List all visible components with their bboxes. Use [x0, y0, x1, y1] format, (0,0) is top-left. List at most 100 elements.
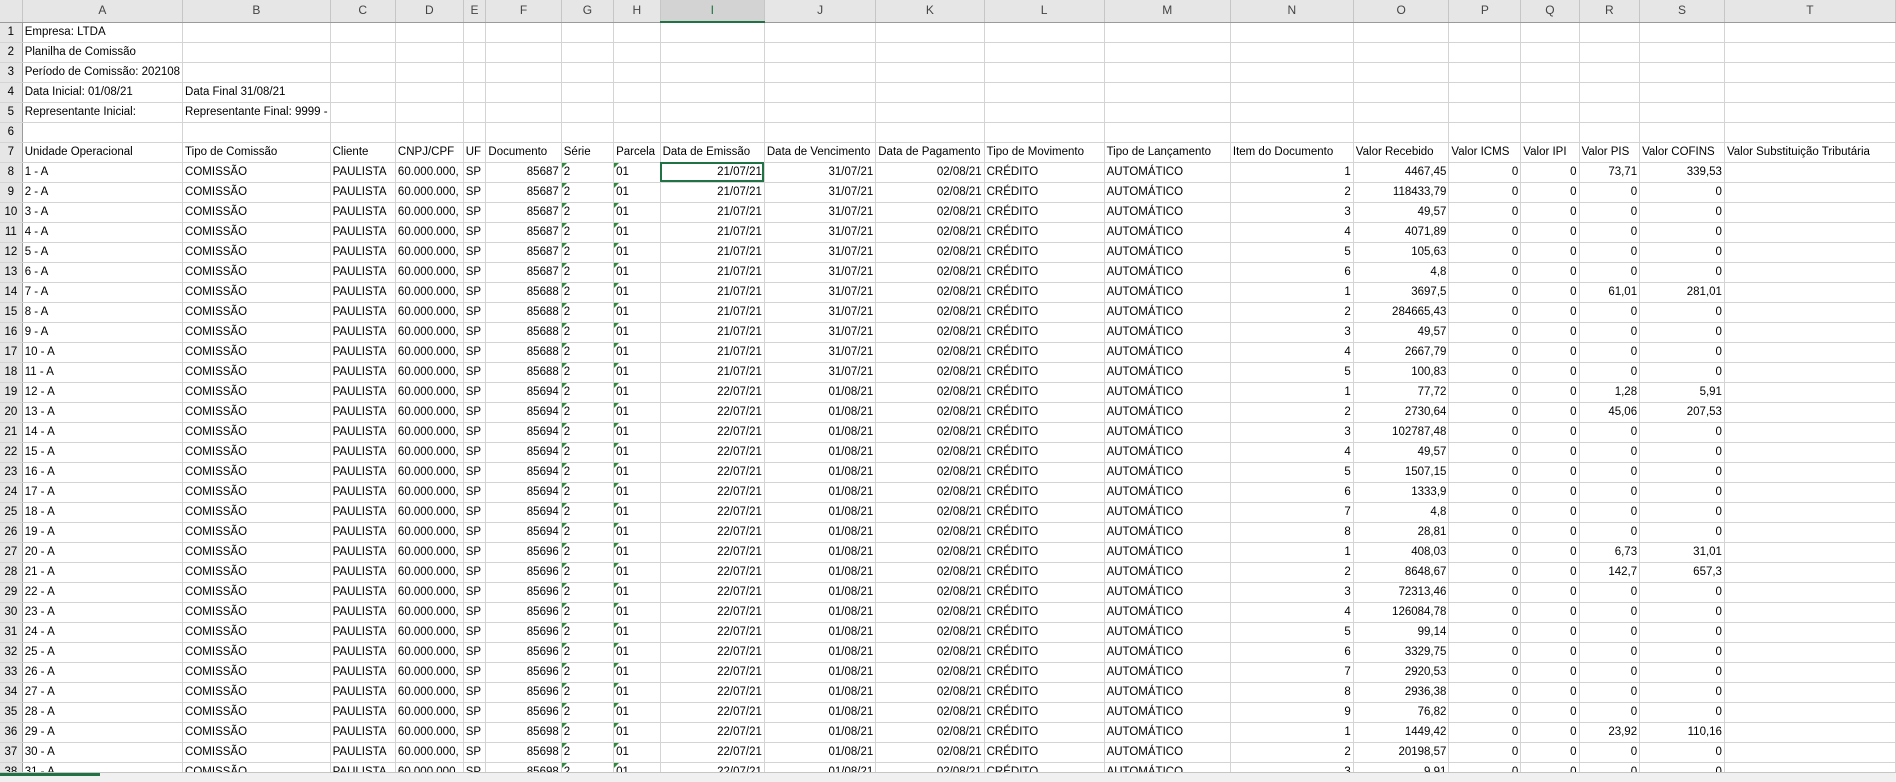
cell[interactable] — [1230, 62, 1354, 83]
cell-data-emissao[interactable]: 22/07/21 — [660, 422, 765, 443]
cell-valor-pis[interactable]: 6,73 — [1579, 542, 1641, 563]
row-number[interactable]: 36 — [0, 722, 23, 743]
spreadsheet-grid[interactable]: A B C D E F G H I J K L M N O P Q R S T — [0, 0, 1896, 772]
cell-valor-icms[interactable]: 0 — [1448, 542, 1522, 563]
cell-tipo-lancamento[interactable]: AUTOMÁTICO — [1104, 282, 1231, 303]
cell-uf[interactable]: SP — [463, 702, 487, 723]
cell[interactable] — [1520, 42, 1580, 63]
cell-serie[interactable]: 2 — [561, 362, 615, 383]
cell-tipo-comissao[interactable]: COMISSÃO — [182, 562, 331, 583]
cell-valor-pis[interactable]: 61,01 — [1579, 282, 1641, 303]
cell[interactable] — [1639, 122, 1725, 143]
column-header[interactable]: D — [395, 0, 464, 23]
cell-valor-icms[interactable]: 0 — [1448, 222, 1522, 243]
cell-serie[interactable]: 2 — [561, 302, 615, 323]
cell-tipo-comissao[interactable]: COMISSÃO — [182, 162, 331, 183]
cell-valor-recebido[interactable]: 72313,46 — [1353, 582, 1450, 603]
rep-inicial-cell[interactable]: Representante Inicial: — [22, 102, 184, 123]
cell-documento[interactable]: 85694 — [485, 382, 562, 403]
cell-parcela[interactable]: 01 — [613, 602, 661, 623]
cell-documento[interactable]: 85694 — [485, 482, 562, 503]
cell-cnpj[interactable]: 60.000.000, — [395, 162, 464, 183]
cell[interactable] — [984, 22, 1105, 43]
cell-valor-ipi[interactable]: 0 — [1520, 402, 1580, 423]
cell[interactable] — [1579, 42, 1641, 63]
rep-final-cell[interactable]: Representante Final: 9999 - — [182, 102, 331, 123]
cell-cnpj[interactable]: 60.000.000, — [395, 622, 464, 643]
cell-documento[interactable]: 85687 — [485, 222, 562, 243]
row-number[interactable]: 2 — [0, 42, 23, 63]
cell[interactable] — [561, 22, 615, 43]
cell-tipo-lancamento[interactable]: AUTOMÁTICO — [1104, 582, 1231, 603]
cell-serie[interactable]: 2 — [561, 742, 615, 763]
cell[interactable] — [1579, 122, 1641, 143]
cell-data-pagamento[interactable]: 02/08/21 — [875, 402, 985, 423]
cell-valor-pis[interactable]: 0 — [1579, 362, 1641, 383]
cell-serie[interactable]: 2 — [561, 602, 615, 623]
cell[interactable] — [395, 122, 464, 143]
cell-item-documento[interactable]: 5 — [1230, 622, 1354, 643]
cell-tipo-comissao[interactable]: COMISSÃO — [182, 302, 331, 323]
cell-cnpj[interactable]: 60.000.000, — [395, 582, 464, 603]
cell-tipo-comissao[interactable]: COMISSÃO — [182, 662, 331, 683]
cell-data-pagamento[interactable]: 02/08/21 — [875, 662, 985, 683]
cell[interactable] — [764, 42, 877, 63]
cell-valor-st[interactable] — [1724, 602, 1896, 623]
cell-valor-icms[interactable]: 0 — [1448, 422, 1522, 443]
column-header[interactable]: N — [1230, 0, 1354, 23]
cell-tipo-lancamento[interactable]: AUTOMÁTICO — [1104, 662, 1231, 683]
cell-cnpj[interactable]: 60.000.000, — [395, 682, 464, 703]
cell-tipo-lancamento[interactable]: AUTOMÁTICO — [1104, 182, 1231, 203]
cell[interactable] — [463, 122, 487, 143]
cell-valor-st[interactable] — [1724, 322, 1896, 343]
cell-unidade[interactable]: 4 - A — [22, 222, 184, 243]
cell-parcela[interactable]: 01 — [613, 562, 661, 583]
cell-valor-st[interactable] — [1724, 362, 1896, 383]
cell-data-emissao[interactable]: 22/07/21 — [660, 402, 765, 423]
cell-cliente[interactable]: PAULISTA — [330, 662, 396, 683]
cell-tipo-lancamento[interactable]: AUTOMÁTICO — [1104, 462, 1231, 483]
data-final-cell[interactable]: Data Final 31/08/21 — [182, 82, 331, 103]
cell-serie[interactable]: 2 — [561, 182, 615, 203]
cell-parcela[interactable]: 01 — [613, 682, 661, 703]
cell-data-vencimento[interactable]: 01/08/21 — [764, 742, 877, 763]
cell-serie[interactable]: 2 — [561, 202, 615, 223]
cell[interactable] — [875, 102, 985, 123]
cell-tipo-movimento[interactable]: CRÉDITO — [984, 422, 1105, 443]
cell-valor-recebido[interactable]: 102787,48 — [1353, 422, 1450, 443]
row-number[interactable]: 32 — [0, 642, 23, 663]
cell-valor-ipi[interactable]: 0 — [1520, 242, 1580, 263]
cell-cliente[interactable]: PAULISTA — [330, 242, 396, 263]
cell-data-pagamento[interactable]: 02/08/21 — [875, 302, 985, 323]
cell-tipo-movimento[interactable]: CRÉDITO — [984, 702, 1105, 723]
cell-documento[interactable]: 85687 — [485, 262, 562, 283]
cell-item-documento[interactable]: 1 — [1230, 542, 1354, 563]
cell-tipo-comissao[interactable]: COMISSÃO — [182, 262, 331, 283]
cell-valor-st[interactable] — [1724, 422, 1896, 443]
cell-cliente[interactable]: PAULISTA — [330, 162, 396, 183]
cell-item-documento[interactable]: 7 — [1230, 502, 1354, 523]
cell-unidade[interactable]: 26 - A — [22, 662, 184, 683]
cell-data-vencimento[interactable]: 31/07/21 — [764, 362, 877, 383]
cell-cnpj[interactable]: 60.000.000, — [395, 382, 464, 403]
cell-data-vencimento[interactable]: 01/08/21 — [764, 522, 877, 543]
cell-valor-pis[interactable]: 0 — [1579, 622, 1641, 643]
cell-valor-cofins[interactable]: 657,3 — [1639, 562, 1725, 583]
cell[interactable] — [1639, 102, 1725, 123]
cell-data-vencimento[interactable]: 01/08/21 — [764, 722, 877, 743]
cell[interactable] — [182, 42, 331, 63]
cell[interactable] — [485, 62, 562, 83]
cell[interactable] — [1448, 102, 1522, 123]
cell-data-vencimento[interactable]: 01/08/21 — [764, 382, 877, 403]
column-header[interactable]: Q — [1520, 0, 1580, 23]
cell-tipo-movimento[interactable]: CRÉDITO — [984, 622, 1105, 643]
cell[interactable] — [875, 22, 985, 43]
cell-valor-ipi[interactable]: 0 — [1520, 282, 1580, 303]
row-number[interactable]: 16 — [0, 322, 23, 343]
cell-item-documento[interactable]: 2 — [1230, 182, 1354, 203]
cell-data-emissao[interactable]: 21/07/21 — [660, 162, 765, 183]
cell-cnpj[interactable]: 60.000.000, — [395, 542, 464, 563]
cell-tipo-movimento[interactable]: CRÉDITO — [984, 742, 1105, 763]
cell-data-pagamento[interactable]: 02/08/21 — [875, 742, 985, 763]
cell-valor-pis[interactable]: 0 — [1579, 582, 1641, 603]
